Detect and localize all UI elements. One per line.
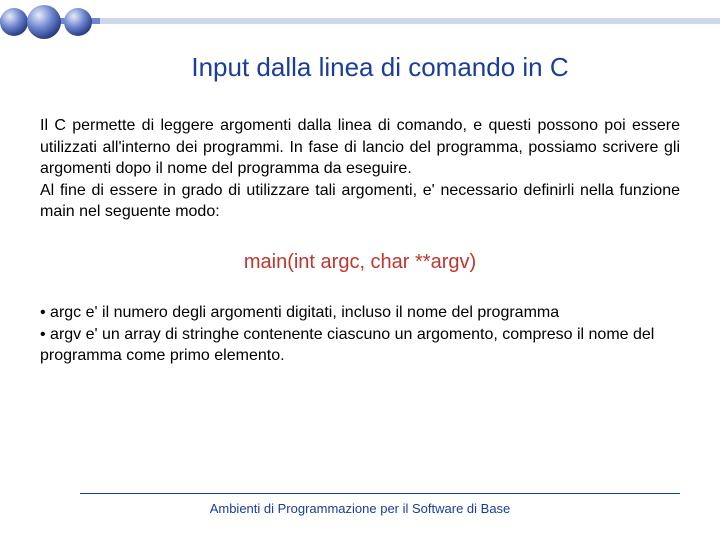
header-decoration: [0, 0, 720, 44]
slide-title: Input dalla linea di comando in C: [80, 52, 680, 83]
footer-label: Ambienti di Programmazione per il Softwa…: [0, 501, 720, 516]
slide-content: Input dalla linea di comando in C Il C p…: [0, 52, 720, 367]
footer-divider: [80, 493, 680, 494]
bullet-item: • argv e' un array di stringhe contenent…: [40, 324, 680, 367]
code-signature: main(int argc, char **argv): [40, 251, 680, 274]
body-paragraph: Il C permette di leggere argomenti dalla…: [40, 115, 680, 223]
bullet-item: • argc e' il numero degli argomenti digi…: [40, 302, 680, 324]
bullet-list: • argc e' il numero degli argomenti digi…: [40, 302, 680, 367]
